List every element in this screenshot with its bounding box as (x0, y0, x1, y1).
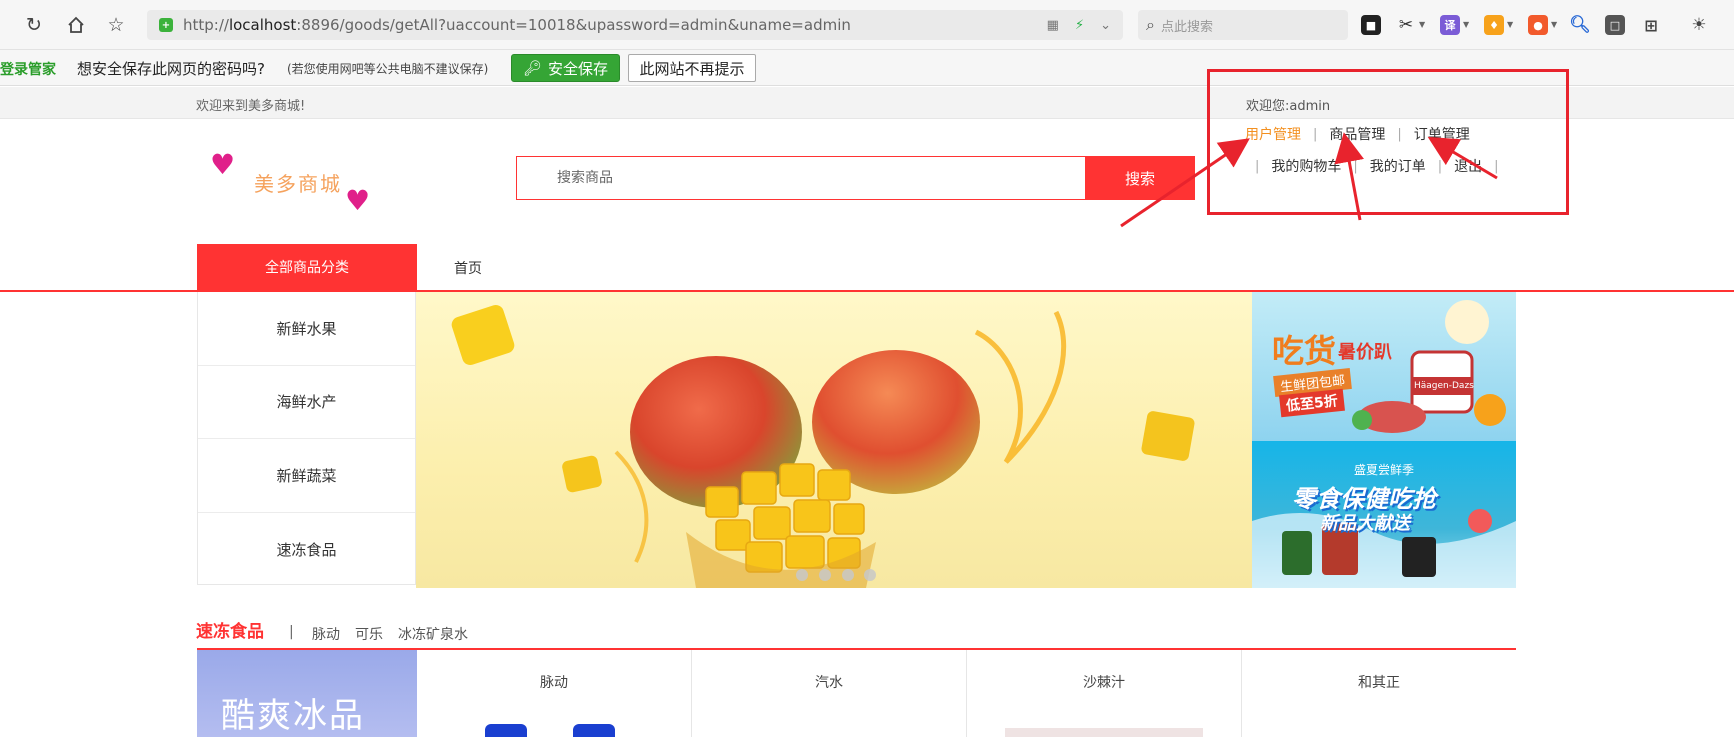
dropdown-arrow-icon[interactable]: ▼ (1551, 20, 1557, 29)
search-button[interactable]: 搜索 (1085, 156, 1195, 200)
brightness-icon[interactable]: ☀︎ (1689, 15, 1709, 35)
ad1-brand-label: Häagen-Dazs (1414, 381, 1474, 391)
translate-icon[interactable]: 译 (1440, 15, 1460, 35)
side-item-seafood[interactable]: 海鲜水产 (198, 366, 415, 439)
home-nav-link[interactable]: 首页 (454, 258, 482, 278)
dropdown-arrow-icon[interactable]: ▼ (1507, 20, 1513, 29)
chevron-down-icon[interactable]: ⌄ (1100, 18, 1111, 33)
cold-drinks-promo-tile[interactable]: 酷爽冰品 (197, 650, 417, 737)
safe-save-label: 安全保存 (548, 59, 609, 78)
game-controller-icon[interactable]: ● (1528, 15, 1548, 35)
window-icon[interactable]: □ (1605, 15, 1625, 35)
heart-icon: ♥ (210, 148, 236, 181)
product-search-box (516, 156, 1085, 200)
grid-apps-icon[interactable]: ⊞ (1641, 15, 1661, 35)
product-card-sea-buckthorn[interactable]: 沙棘汁 (967, 650, 1242, 737)
speed-bolt-icon[interactable]: ⚡ (1075, 18, 1084, 33)
extension-icon[interactable]: ■ (1361, 15, 1381, 35)
all-categories-tab[interactable]: 全部商品分类 (197, 244, 417, 290)
category-side-menu: 新鲜水果 海鲜水产 新鲜蔬菜 速冻食品 (197, 292, 416, 585)
foodie-promo-ad[interactable]: 吃货 暑价趴 生鲜团包邮 低至5折 Häagen-Dazs (1252, 292, 1516, 441)
product-name: 脉动 (540, 675, 568, 691)
heart-icon: ♥ (345, 184, 371, 217)
side-ad-panels: 吃货 暑价趴 生鲜团包邮 低至5折 Häagen-Dazs 盛夏尝鲜季 零食保健… (1252, 292, 1516, 588)
secure-site-icon: + (159, 18, 173, 32)
carousel-dot-3[interactable] (842, 569, 854, 581)
shield-icon[interactable]: ♦ (1484, 15, 1504, 35)
ad2-subtitle: 新品大献送 (1320, 513, 1410, 534)
home-icon[interactable] (64, 13, 88, 37)
address-bar[interactable]: + http://localhost:8896/goods/getAll?uac… (147, 10, 1123, 40)
product-search-input[interactable] (517, 157, 1085, 199)
promo-text: 酷爽冰品 (221, 696, 365, 736)
product-name: 和其正 (1358, 675, 1400, 691)
logo-text: 美多商城 (254, 172, 342, 196)
key-icon: 🔑︎ (522, 59, 543, 77)
side-item-frozen-food[interactable]: 速冻食品 (198, 513, 415, 587)
product-image (1005, 728, 1203, 737)
bottle-cap-image (573, 724, 615, 737)
side-item-fresh-fruit[interactable]: 新鲜水果 (198, 292, 415, 366)
tag-cola[interactable]: 可乐 (355, 624, 383, 644)
snacks-promo-ad[interactable]: 盛夏尝鲜季 零食保健吃抢 新品大献送 (1252, 441, 1516, 588)
magnifier-icon[interactable]: 🔍︎ (1569, 15, 1591, 35)
mango-banner-image (451, 304, 1195, 588)
product-card-maidong[interactable]: 脉动 (417, 650, 692, 737)
welcome-message: 欢迎来到美多商城! (196, 99, 306, 114)
search-icon: ⌕ (1146, 15, 1155, 34)
reload-icon[interactable]: ↻ (22, 13, 46, 37)
section-tags: 脉动 可乐 冰冻矿泉水 (312, 624, 468, 644)
dropdown-arrow-icon[interactable]: ▼ (1463, 20, 1469, 29)
ad1-subtitle: 暑价趴 (1338, 342, 1392, 363)
section-title-frozen-food: 速冻食品 (196, 622, 264, 642)
ad1-title: 吃货 (1272, 332, 1337, 370)
password-manager-title: 登录管家 (0, 62, 56, 78)
site-logo[interactable]: ♥ 美多商城 ♥ (210, 148, 385, 220)
dropdown-arrow-icon[interactable]: ▼ (1419, 20, 1425, 29)
product-name: 汽水 (815, 675, 843, 691)
browser-search-placeholder: 点此搜索 (1160, 19, 1213, 35)
main-banner-carousel[interactable] (416, 292, 1252, 588)
browser-toolbar: ↻ ☆ + http://localhost:8896/goods/getAll… (0, 0, 1734, 50)
tag-ice-water[interactable]: 冰冻矿泉水 (398, 624, 468, 644)
product-name: 沙棘汁 (1083, 675, 1125, 691)
url-text[interactable]: http://localhost:8896/goods/getAll?uacco… (183, 16, 851, 34)
product-card-heqizheng[interactable]: 和其正 (1242, 650, 1516, 737)
browser-search-box[interactable]: ⌕ 点此搜索 (1138, 10, 1348, 40)
save-password-question: 想安全保存此网页的密码吗? (77, 60, 265, 78)
annotation-highlight-box (1207, 69, 1569, 215)
carousel-dot-1[interactable] (796, 569, 808, 581)
product-card-soda[interactable]: 汽水 (692, 650, 967, 737)
tag-maidong[interactable]: 脉动 (312, 624, 340, 644)
never-remind-button[interactable]: 此网站不再提示 (628, 54, 756, 82)
scissors-icon[interactable]: ✂ (1396, 15, 1416, 35)
ad2-top-text: 盛夏尝鲜季 (1354, 463, 1415, 477)
carousel-dot-2[interactable] (819, 569, 831, 581)
public-pc-note: (若您使用网吧等公共电脑不建议保存) (287, 62, 489, 76)
side-item-vegetables[interactable]: 新鲜蔬菜 (198, 439, 415, 513)
carousel-dot-4[interactable] (864, 569, 876, 581)
section-separator: | (289, 624, 294, 640)
bookmark-star-icon[interactable]: ☆ (104, 13, 128, 37)
safe-save-button[interactable]: 🔑︎ 安全保存 (511, 54, 620, 82)
qr-code-icon[interactable]: ▦ (1047, 18, 1059, 33)
bottle-cap-image (485, 724, 527, 737)
